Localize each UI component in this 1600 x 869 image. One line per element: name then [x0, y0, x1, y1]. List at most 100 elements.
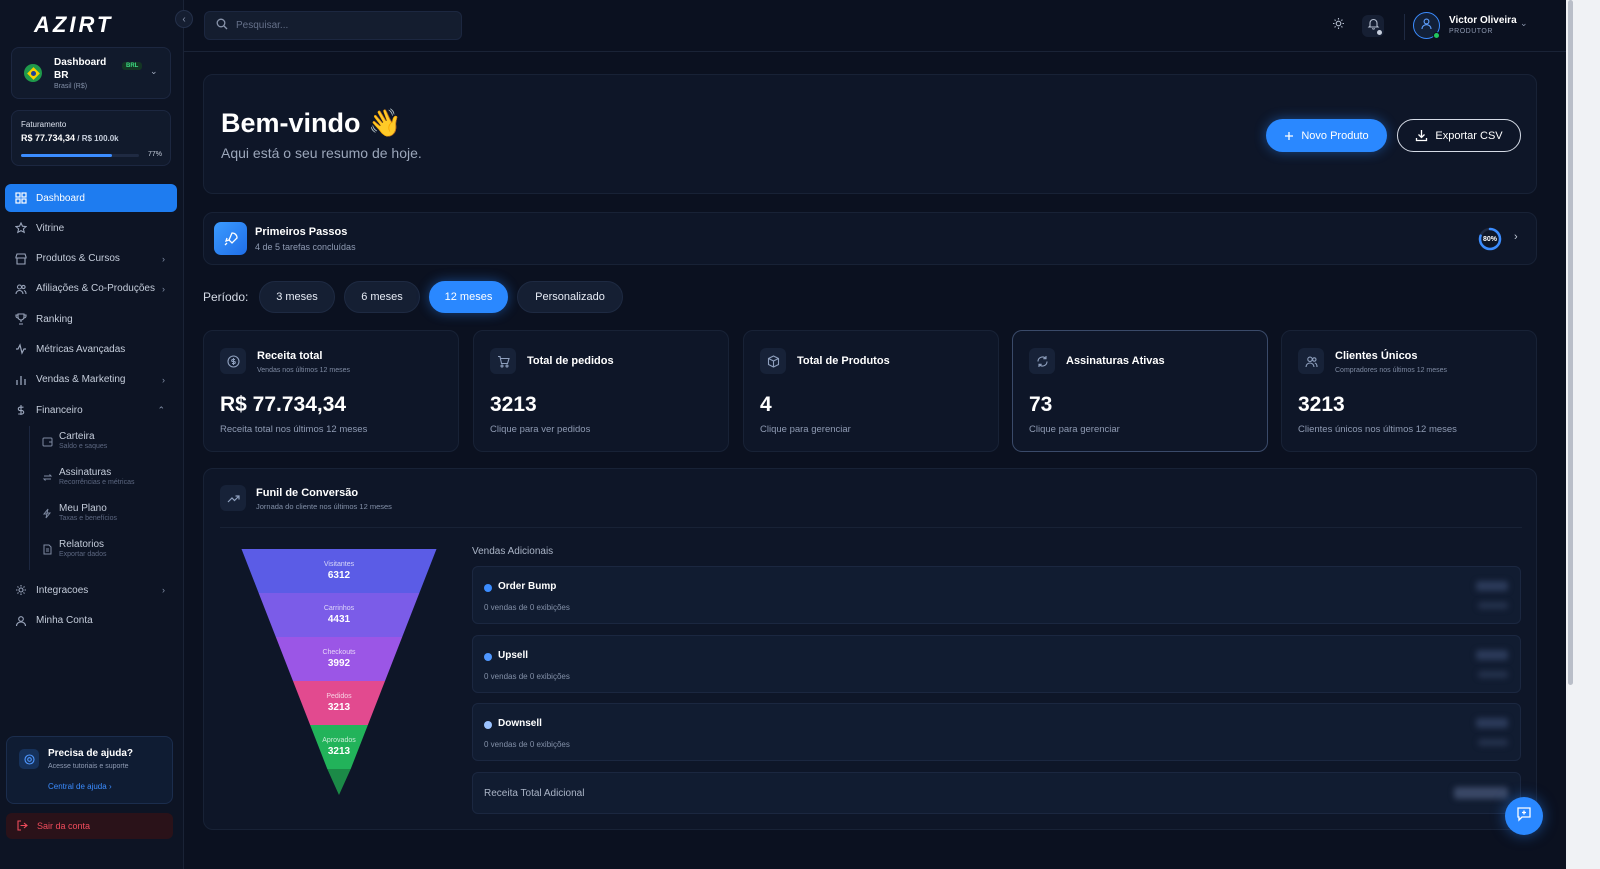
- user-role: PRODUTOR: [1449, 28, 1493, 35]
- kpi-card-products[interactable]: Total de Produtos 4 Clique para gerencia…: [743, 330, 999, 452]
- chevron-right-icon[interactable]: ›: [1514, 231, 1518, 243]
- kpi-value: 3213: [1298, 393, 1345, 416]
- sidebar-item-afiliacoes[interactable]: Afiliações & Co-Produções ›: [5, 275, 177, 303]
- sidebar-item-label: Dashboard: [36, 192, 85, 204]
- brazil-flag-icon: [24, 64, 42, 82]
- kpi-value: 3213: [490, 393, 537, 416]
- funnel-subtitle: Jornada do cliente nos últimos 12 meses: [256, 502, 392, 511]
- subitem-label: Carteira: [59, 431, 95, 443]
- additional-sale-sub: 0 vendas de 0 exibições: [484, 672, 570, 681]
- sidebar-nav: Dashboard Vitrine Produtos & Cursos › Af…: [5, 184, 177, 637]
- welcome-card: Bem-vindo 👋 Aqui está o seu resumo de ho…: [203, 74, 1537, 194]
- additional-sale-row-downsell[interactable]: Downsell 0 vendas de 0 exibições: [472, 703, 1521, 761]
- notifications-button[interactable]: [1362, 15, 1384, 37]
- period-option-6m[interactable]: 6 meses: [344, 281, 420, 313]
- support-chat-button[interactable]: [1505, 797, 1543, 835]
- sidebar-item-ranking[interactable]: Ranking: [5, 305, 177, 333]
- sidebar-subitem-meu-plano[interactable]: Meu Plano Taxas e benefícios: [38, 498, 177, 534]
- chevron-right-icon: ›: [162, 374, 165, 385]
- kpi-value: R$ 77.734,34: [220, 393, 347, 416]
- additional-sale-row-order-bump[interactable]: Order Bump 0 vendas de 0 exibições: [472, 566, 1521, 624]
- funnel-stage-label: Aprovados: [322, 737, 356, 744]
- funnel-stage-value: 3213: [328, 746, 351, 757]
- kpi-card-subscriptions[interactable]: Assinaturas Ativas 73 Clique para gerenc…: [1012, 330, 1268, 452]
- chevron-down-icon[interactable]: ⌄: [1520, 18, 1528, 29]
- sidebar-item-integracoes[interactable]: Integracoes ›: [5, 576, 177, 604]
- billing-progress-bar: [21, 154, 139, 157]
- additional-revenue-label: Receita Total Adicional: [484, 788, 585, 799]
- dashboard-selector-subtitle: Brasil (R$): [54, 83, 88, 90]
- kpi-title: Clientes Únicos: [1335, 350, 1418, 362]
- app-logo[interactable]: AZIRT: [34, 12, 113, 38]
- funnel-stage-value: 6312: [328, 570, 351, 581]
- logout-icon: [17, 819, 28, 833]
- logout-button[interactable]: Sair da conta: [6, 813, 173, 839]
- scrollbar-thumb[interactable]: [1568, 0, 1573, 685]
- collapse-sidebar-button[interactable]: ‹: [175, 10, 193, 28]
- funnel-stage-label: Pedidos: [326, 693, 352, 700]
- additional-revenue-total: Receita Total Adicional: [472, 772, 1521, 814]
- chevron-left-icon: ‹: [182, 13, 186, 25]
- additional-sale-name: Upsell: [498, 650, 529, 661]
- dashboard-selector-title: Dashboard BR: [54, 57, 107, 81]
- sidebar-item-produtos[interactable]: Produtos & Cursos ›: [5, 245, 177, 273]
- period-option-custom[interactable]: Personalizado: [517, 281, 623, 313]
- search-input[interactable]: [236, 20, 436, 31]
- sidebar-subitem-carteira[interactable]: Carteira Saldo e saques: [38, 426, 177, 462]
- status-dot: [484, 721, 492, 729]
- funnel-stage-label: Checkouts: [322, 649, 356, 656]
- avatar[interactable]: [1413, 12, 1440, 39]
- lightning-icon: [42, 506, 53, 519]
- user-name[interactable]: Victor Oliveira: [1449, 15, 1517, 26]
- chevron-right-icon: ›: [162, 253, 165, 264]
- kpi-card-revenue[interactable]: Receita total Vendas nos últimos 12 mese…: [203, 330, 459, 452]
- sidebar-item-metricas[interactable]: Métricas Avançadas: [5, 335, 177, 363]
- theme-toggle-button[interactable]: [1327, 15, 1349, 37]
- billing-progress-fill: [21, 154, 112, 157]
- sidebar-subitem-relatorios[interactable]: Relatorios Exportar dados: [38, 534, 177, 570]
- sidebar-item-financeiro[interactable]: Financeiro ⌃: [5, 396, 177, 424]
- first-steps-subtitle: 4 de 5 tarefas concluídas: [255, 242, 356, 252]
- additional-sale-row-upsell[interactable]: Upsell 0 vendas de 0 exibições: [472, 635, 1521, 693]
- kpi-footer: Clique para ver pedidos: [490, 424, 591, 435]
- period-option-3m[interactable]: 3 meses: [259, 281, 335, 313]
- sidebar-subitem-assinaturas[interactable]: Assinaturas Recorrências e métricas: [38, 462, 177, 498]
- blurred-value: [1478, 602, 1508, 609]
- period-option-12m[interactable]: 12 meses: [429, 281, 508, 313]
- notification-dot: [1377, 30, 1382, 35]
- wallet-icon: [42, 434, 53, 447]
- dollar-icon: [15, 404, 27, 416]
- kpi-footer: Clientes únicos nos últimos 12 meses: [1298, 424, 1457, 435]
- export-csv-label: Exportar CSV: [1435, 129, 1503, 142]
- search-bar[interactable]: [204, 11, 462, 40]
- subitem-label: Assinaturas: [59, 467, 112, 479]
- sidebar-item-vendas[interactable]: Vendas & Marketing ›: [5, 366, 177, 394]
- help-center-link[interactable]: Central de ajuda ›: [48, 782, 112, 791]
- activity-icon: [15, 343, 27, 356]
- help-link-label: Central de ajuda: [48, 782, 107, 791]
- blurred-value: [1478, 739, 1508, 746]
- first-steps-card[interactable]: Primeiros Passos 4 de 5 tarefas concluíd…: [203, 212, 1537, 265]
- blurred-value: [1476, 718, 1508, 728]
- chevron-right-icon: ›: [162, 283, 165, 294]
- additional-sale-sub: 0 vendas de 0 exibições: [484, 740, 570, 749]
- kpi-card-customers[interactable]: Clientes Únicos Compradores nos últimos …: [1281, 330, 1537, 452]
- period-label: Período:: [203, 290, 249, 304]
- subitem-desc: Recorrências e métricas: [59, 479, 135, 487]
- sidebar-item-label: Financeiro: [36, 404, 83, 416]
- scrollbar[interactable]: [1566, 0, 1600, 869]
- kpi-card-orders[interactable]: Total de pedidos 3213 Clique para ver pe…: [473, 330, 729, 452]
- bar-chart-icon: [15, 374, 27, 386]
- first-steps-title: Primeiros Passos: [255, 226, 348, 238]
- sidebar-item-label: Métricas Avançadas: [36, 343, 126, 355]
- export-csv-button[interactable]: Exportar CSV: [1397, 119, 1521, 152]
- grid-icon: [15, 192, 27, 204]
- sidebar-item-minha-conta[interactable]: Minha Conta: [5, 607, 177, 635]
- dashboard-selector[interactable]: Dashboard BR Brasil (R$) BRL ⌄: [11, 47, 171, 99]
- settings-icon: [15, 584, 27, 596]
- new-product-button[interactable]: Novo Produto: [1266, 119, 1387, 152]
- divider: [1404, 14, 1405, 40]
- sidebar-item-dashboard[interactable]: Dashboard: [5, 184, 177, 212]
- billing-amount: R$ 77.734,34: [21, 133, 76, 143]
- sidebar-item-vitrine[interactable]: Vitrine: [5, 214, 177, 242]
